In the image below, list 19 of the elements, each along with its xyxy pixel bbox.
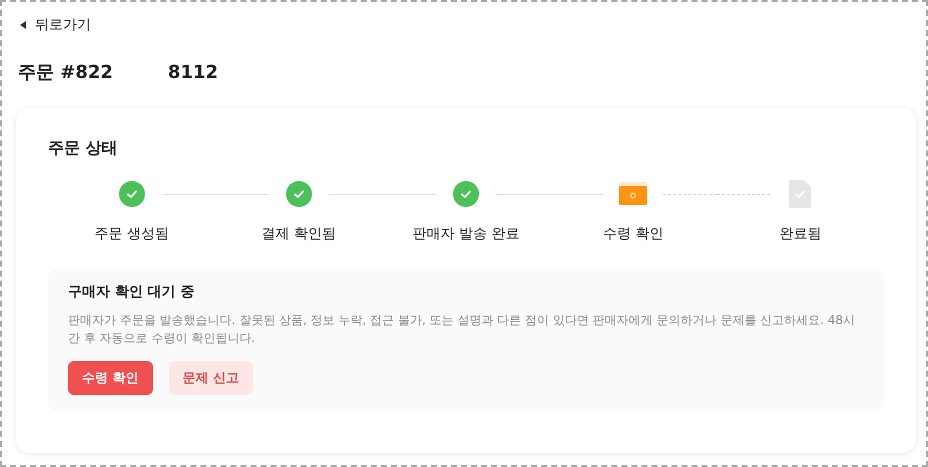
order-title: 주문 #822	[18, 61, 113, 84]
check-circle-icon	[286, 181, 312, 207]
order-number: 8112	[168, 62, 218, 83]
step-label: 결제 확인됨	[262, 225, 336, 243]
wallet-icon	[618, 181, 648, 207]
check-circle-icon	[118, 181, 145, 207]
caret-icon	[20, 21, 26, 29]
confirm-button[interactable]: 수령 확인	[68, 361, 153, 395]
notice-title: 구매자 확인 대기 중	[68, 283, 196, 301]
step-label: 수령 확인	[602, 225, 664, 243]
back-link[interactable]: 뒤로가기	[16, 12, 91, 34]
step-label: 완료됨	[779, 225, 822, 243]
step-label: 판매자 발송 완료	[412, 225, 520, 243]
card-title: 주문 상태	[48, 138, 119, 159]
check-circle-icon	[453, 181, 480, 207]
document-check-icon	[789, 180, 812, 208]
step-label: 주문 생성됨	[94, 225, 169, 243]
report-button[interactable]: 문제 신고	[168, 361, 254, 395]
notice-text: 판매자가 주문을 발송했습니다. 잘못된 상품, 정보 누락, 접근 불가, 또는 설명과 다른 점이 있다면 판매자에게 문의하거나 문제를 신고하세요. 48시간 후 자동으로 수령이 확인됩니다.	[68, 312, 856, 347]
